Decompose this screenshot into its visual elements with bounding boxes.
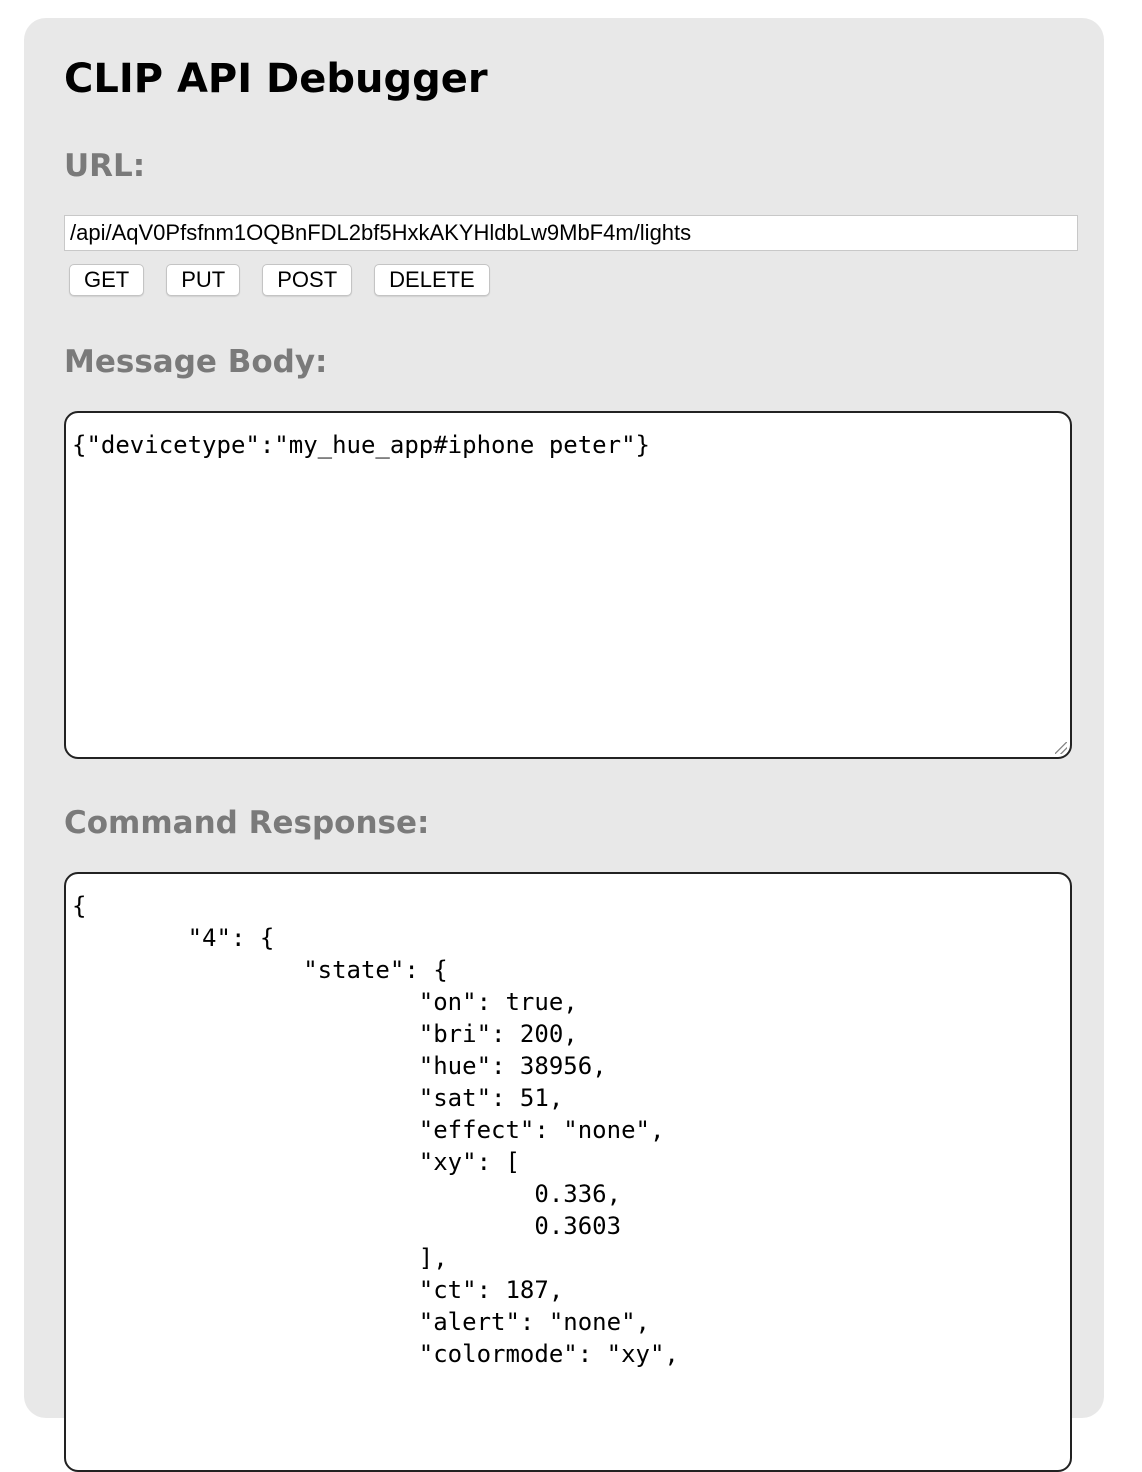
debugger-panel: CLIP API Debugger URL: /api/AqV0Pfsfnm1O…: [24, 18, 1104, 1472]
url-input[interactable]: /api/AqV0Pfsfnm1OQBnFDL2bf5HxkAKYHldbLw9…: [64, 215, 1078, 251]
method-buttons: GET PUT POST DELETE: [69, 264, 512, 296]
message-body-textarea[interactable]: {"devicetype":"my_hue_app#iphone peter"}: [64, 411, 1072, 759]
message-body-text: {"devicetype":"my_hue_app#iphone peter"}: [72, 431, 650, 459]
url-label: URL:: [64, 148, 146, 184]
resize-handle-icon[interactable]: [1055, 742, 1067, 754]
command-response-label: Command Response:: [64, 805, 430, 841]
command-response-text: { "4": { "state": { "on": true, "bri": 2…: [72, 892, 679, 1368]
page-title: CLIP API Debugger: [64, 56, 488, 102]
get-button[interactable]: GET: [69, 264, 145, 296]
message-body-label: Message Body:: [64, 344, 328, 380]
put-button[interactable]: PUT: [166, 264, 241, 296]
post-button[interactable]: POST: [262, 264, 353, 296]
delete-button[interactable]: DELETE: [374, 264, 490, 296]
command-response-textarea[interactable]: { "4": { "state": { "on": true, "bri": 2…: [64, 872, 1072, 1472]
